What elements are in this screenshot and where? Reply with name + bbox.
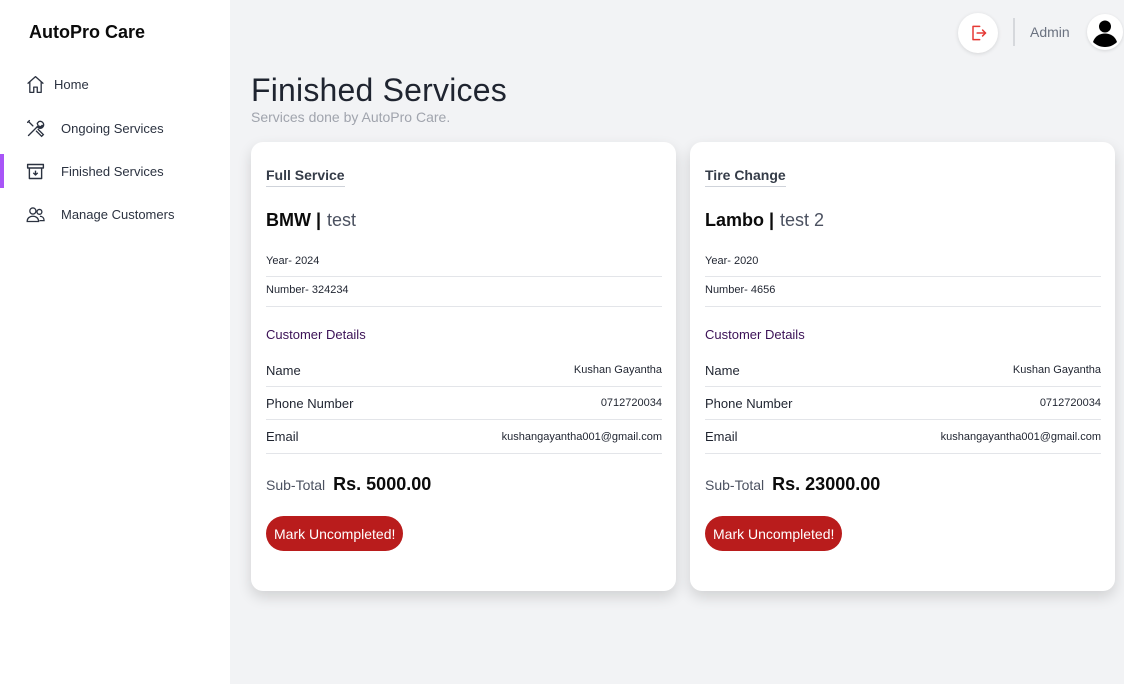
subtotal-amount: Rs. 5000.00 (333, 474, 432, 494)
vehicle-heading: BMW | test (266, 210, 356, 231)
brand-title: AutoPro Care (29, 22, 146, 42)
vehicle-number: Number- 324234 (266, 284, 662, 307)
vehicle-model: test (327, 210, 357, 230)
subtotal: Sub-Total Rs. 23000.00 (705, 474, 880, 495)
customer-email-label: Email (705, 429, 738, 444)
users-icon (26, 207, 45, 223)
subtotal: Sub-Total Rs. 5000.00 (266, 474, 431, 495)
customer-phone-row: Phone Number 0712720034 (705, 387, 1101, 420)
subtotal-label: Sub-Total (266, 477, 326, 493)
vehicle-year: Year- 2020 (705, 255, 1101, 277)
sidebar-item-label: Home (54, 76, 89, 92)
sidebar-item-finished-services[interactable]: Finished Services (0, 153, 230, 189)
home-icon (27, 75, 44, 94)
customer-email-value: kushangayantha001@gmail.com (501, 430, 662, 443)
vehicle-brand: BMW | (266, 210, 322, 230)
customer-email-value: kushangayantha001@gmail.com (940, 430, 1101, 443)
user-avatar[interactable] (1087, 14, 1123, 50)
customer-details-heading: Customer Details (266, 327, 366, 342)
mark-uncompleted-button[interactable]: Mark Uncompleted! (266, 516, 404, 551)
customer-name-value: Kushan Gayantha (573, 364, 662, 376)
customer-email-row: Email kushangayantha001@gmail.com (266, 420, 662, 454)
page-title: Finished Services (251, 72, 507, 108)
logout-icon (972, 25, 987, 41)
customer-details-heading: Customer Details (705, 327, 805, 342)
customer-phone-value: 0712720034 (1039, 397, 1101, 409)
service-card: Tire Change Lambo | test 2 Year- 2020 Num… (690, 142, 1115, 591)
sidebar-item-label: Manage Customers (61, 206, 175, 222)
subtotal-amount: Rs. 23000.00 (772, 474, 881, 494)
sidebar-item-manage-customers[interactable]: Manage Customers (0, 196, 230, 232)
archive-icon (26, 163, 45, 180)
mark-uncompleted-button[interactable]: Mark Uncompleted! (705, 516, 843, 551)
customer-name-row: Name Kushan Gayantha (705, 354, 1101, 387)
customer-phone-value: 0712720034 (600, 397, 662, 409)
logout-button[interactable] (958, 13, 998, 53)
sidebar-item-home[interactable]: Home (0, 66, 230, 102)
subtotal-label: Sub-Total (705, 477, 765, 493)
user-role-label: Admin (1030, 24, 1070, 40)
service-card: Full Service BMW | test Year- 2024 Number… (251, 142, 676, 591)
customer-name-value: Kushan Gayantha (1012, 364, 1101, 376)
customer-name-label: Name (266, 362, 301, 378)
topbar-divider (1013, 18, 1015, 46)
vehicle-brand: Lambo | (705, 210, 775, 230)
customer-name-label: Name (705, 362, 740, 378)
customer-email-label: Email (266, 429, 299, 444)
service-title: Tire Change (705, 167, 786, 187)
service-title: Full Service (266, 167, 345, 187)
user-avatar-icon (1089, 16, 1121, 48)
tools-icon (26, 119, 45, 138)
customer-name-row: Name Kushan Gayantha (266, 354, 662, 387)
vehicle-number: Number- 4656 (705, 284, 1101, 307)
sidebar-item-label: Finished Services (61, 163, 164, 179)
sidebar-item-ongoing-services[interactable]: Ongoing Services (0, 110, 230, 146)
vehicle-model: test 2 (780, 210, 825, 230)
customer-phone-label: Phone Number (705, 395, 793, 411)
page-subtitle: Services done by AutoPro Care. (251, 109, 451, 125)
vehicle-year: Year- 2024 (266, 255, 662, 277)
customer-email-row: Email kushangayantha001@gmail.com (705, 420, 1101, 454)
sidebar-item-label: Ongoing Services (61, 120, 164, 136)
customer-phone-row: Phone Number 0712720034 (266, 387, 662, 420)
vehicle-heading: Lambo | test 2 (705, 210, 824, 231)
customer-phone-label: Phone Number (266, 395, 354, 411)
sidebar: AutoPro Care Home Ongoing Services Finis… (0, 0, 230, 684)
